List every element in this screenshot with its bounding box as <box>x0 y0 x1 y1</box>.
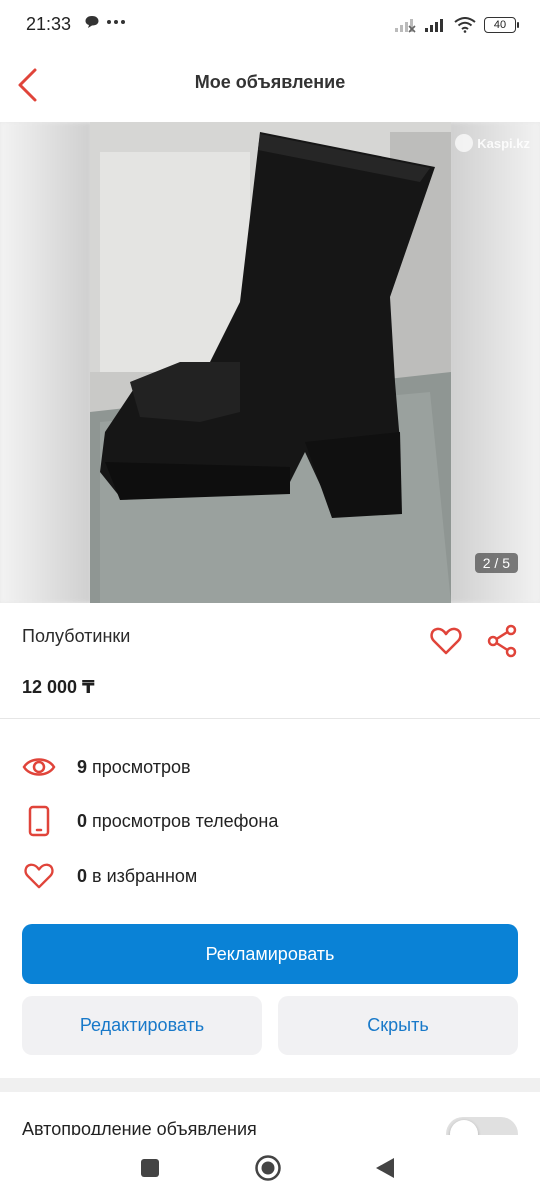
stat-phone-views-text: 0 просмотров телефона <box>77 811 278 832</box>
square-icon <box>141 1159 159 1177</box>
stat-favorites-label: в избранном <box>92 865 198 886</box>
home-circle-icon <box>255 1155 281 1181</box>
more-dots-icon <box>107 20 126 24</box>
home-button[interactable] <box>253 1153 283 1183</box>
stat-favorites-text: 0 в избранном <box>77 866 197 887</box>
gallery-blur-left <box>0 122 92 603</box>
back-nav-button[interactable] <box>370 1153 400 1183</box>
section-separator <box>0 1078 540 1092</box>
price: 12 000 ₸ <box>22 677 95 697</box>
status-time: 21:33 <box>26 14 72 34</box>
eye-icon <box>22 751 56 783</box>
hide-button[interactable]: Скрыть <box>278 996 518 1055</box>
triangle-back-icon <box>376 1158 394 1178</box>
product-title: Полуботинки <box>22 626 131 646</box>
system-nav-bar <box>0 1135 540 1200</box>
status-left-icons <box>84 14 126 33</box>
stat-views-text: 9 просмотров <box>77 757 191 778</box>
share-button[interactable] <box>486 624 518 658</box>
photo-gallery[interactable]: Kaspi.kz 2 / 5 <box>0 122 540 603</box>
status-right: 40 <box>394 14 519 36</box>
watermark-text: Kaspi.kz <box>477 135 530 151</box>
stat-favorites: 0 в избранном <box>22 860 197 892</box>
chat-bubble-icon <box>85 16 99 28</box>
heart-icon <box>22 860 56 892</box>
edit-button[interactable]: Редактировать <box>22 996 262 1055</box>
share-icon <box>487 624 517 658</box>
recent-apps-button[interactable] <box>135 1153 165 1183</box>
favorite-button[interactable] <box>430 626 462 656</box>
signal-icon <box>395 19 416 33</box>
watermark: Kaspi.kz <box>455 134 530 152</box>
battery-indicator: 40 <box>484 17 519 33</box>
stat-views-label: просмотров <box>92 756 191 777</box>
stat-favorites-value: 0 <box>77 865 88 886</box>
page-title: Мое объявление <box>194 72 346 92</box>
stat-phone-views-value: 0 <box>77 810 88 831</box>
stat-phone-views: 0 просмотров телефона <box>22 805 278 837</box>
stat-views: 9 просмотров <box>22 751 191 783</box>
kaspi-logo-icon <box>455 134 474 152</box>
gallery-blur-right <box>448 122 540 603</box>
heart-icon <box>430 627 462 655</box>
app-header: Мое объявление <box>0 50 540 120</box>
wifi-icon <box>454 17 476 33</box>
product-photo <box>90 122 451 603</box>
stat-views-value: 9 <box>77 756 88 777</box>
stat-phone-views-label: просмотров телефона <box>92 810 279 831</box>
divider <box>0 718 540 719</box>
promote-button[interactable]: Рекламировать <box>22 924 518 984</box>
signal-icon <box>425 19 443 32</box>
photo-counter: 2 / 5 <box>474 553 518 573</box>
phone-icon <box>22 805 56 837</box>
status-bar: 21:33 40 <box>0 0 540 50</box>
